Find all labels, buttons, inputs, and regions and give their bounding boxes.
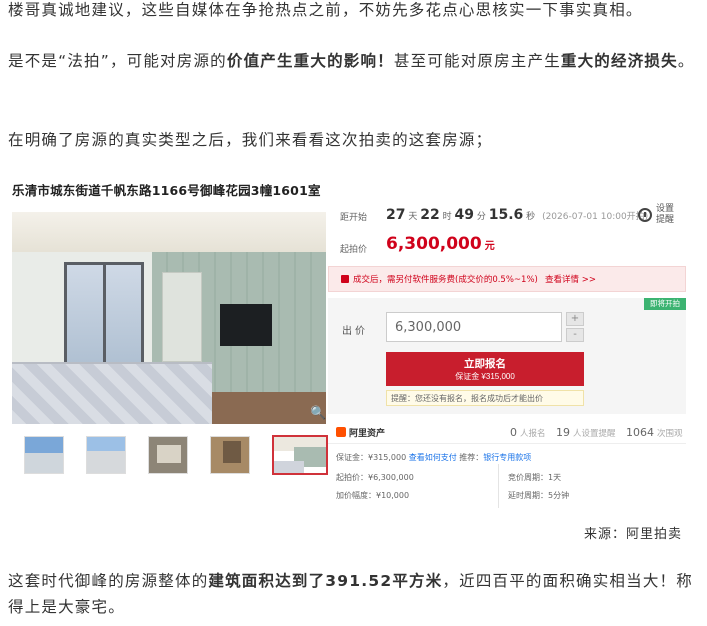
start-price: 6,300,000 元 xyxy=(386,234,495,254)
paragraph-intro: 在明确了房源的真实类型之后，我们来看看这次拍卖的这套房源； xyxy=(8,127,698,153)
deposit-text: 保证金：¥315,000 xyxy=(336,453,407,462)
source-caption: 来源：阿里拍卖 xyxy=(584,527,683,542)
status-badge: 即将开拍 xyxy=(644,298,686,310)
deposit-row: 保证金：¥315,000 查看如何支付 推荐：银行专用款项 xyxy=(336,452,531,463)
detail-extension: 延时周期：5分钟 xyxy=(508,491,570,500)
thumbnail-strip xyxy=(22,435,328,476)
main-photo[interactable] xyxy=(12,212,326,424)
paragraph-suggestion: 楼哥真诚地建议，这些自媒体在争抢热点之前，不妨先多花点心思核实一下事实真相。 xyxy=(8,0,698,23)
countdown-hours: 22 xyxy=(420,207,440,223)
countdown-label: 距开始 xyxy=(340,213,368,223)
register-deposit-text: 保证金 ¥315,000 xyxy=(455,372,515,381)
stat-views: 1064 次围观 xyxy=(626,426,683,439)
photo-floor xyxy=(212,392,326,424)
notice-text: 成交后，需另付软件服务费(成交价的0.5%~1%) xyxy=(353,275,538,285)
stat-registrations: 0 人报名 xyxy=(510,426,546,439)
bold-text: 建筑面积达到了391.52平方米 xyxy=(208,572,443,590)
countdown-unit: 分 xyxy=(476,212,486,222)
view-details-link[interactable]: 查看详情 >> xyxy=(545,273,596,285)
alarm-clock-icon xyxy=(638,208,652,222)
stat-reminders: 19 人设置提醒 xyxy=(556,426,616,439)
registration-tip: 提醒：您还没有报名，报名成功后才能出价 xyxy=(386,390,584,406)
remind-label: 设置提醒 xyxy=(656,204,675,225)
auction-details: 保证金：¥315,000 查看如何支付 推荐：银行专用款项 起拍价：¥6,300… xyxy=(328,446,686,514)
countdown-unit: 天 xyxy=(408,212,418,222)
paragraph-area: 这套时代御峰的房源整体的建筑面积达到了391.52平方米，近四百平的面积确实相当… xyxy=(8,568,698,620)
auction-stats: 阿里资产 0 人报名 19 人设置提醒 1064 次围观 xyxy=(328,420,686,444)
thumbnail-3[interactable] xyxy=(148,436,188,474)
stat-value: 19 xyxy=(556,426,570,439)
detail-increment: 加价幅度：¥10,000 xyxy=(336,491,410,500)
start-price-value: 6,300,000 xyxy=(386,234,482,254)
auction-info-panel: 距开始 27 天 22 时 49 分 15.6 秒 (2026-07-01 10… xyxy=(328,178,686,514)
bold-text: 价值产生重大的影响！ xyxy=(226,52,394,70)
recommend-label: 推荐： xyxy=(459,453,484,462)
bank-account-link[interactable]: 银行专用款项 xyxy=(483,453,531,462)
thumbnail-1[interactable] xyxy=(24,436,64,474)
detail-bid-cycle: 竞价周期：1天 xyxy=(508,473,562,482)
stat-label: 次围观 xyxy=(657,429,683,439)
ali-logo-icon xyxy=(336,427,346,437)
price-unit: 元 xyxy=(484,241,495,252)
photo-ceiling xyxy=(12,212,326,252)
platform-label: 阿里资产 xyxy=(336,426,385,439)
paragraph-text: 是不是“法拍”，可能对房源的 xyxy=(8,52,227,70)
photo-shelf xyxy=(162,272,202,362)
decrease-bid-button[interactable]: - xyxy=(566,328,584,342)
thumbnail-2[interactable] xyxy=(86,436,126,474)
zoom-icon[interactable]: 🔍 xyxy=(310,406,326,421)
paragraph-text: 这套时代御峰的房源整体的 xyxy=(8,572,209,590)
paragraph-text: 甚至可能对原房主产生 xyxy=(393,52,561,70)
countdown: 27 天 22 时 49 分 15.6 秒 (2026-07-01 10:00开… xyxy=(386,207,648,223)
countdown-days: 27 xyxy=(386,207,406,223)
start-price-label: 起拍价 xyxy=(340,245,368,255)
remind-button[interactable]: 设置提醒 xyxy=(638,204,686,230)
photo-bed xyxy=(12,362,212,424)
bid-input[interactable] xyxy=(386,312,562,342)
countdown-minutes: 49 xyxy=(454,207,474,223)
countdown-unit: 秒 xyxy=(526,212,536,222)
bid-box: 即将开拍 出价 + - 立即报名 保证金 ¥315,000 提醒：您还没有报名，… xyxy=(328,298,686,414)
listing-address: 乐清市城东街道千帆东路1166号御峰花园3幢1601室 xyxy=(12,183,321,198)
stat-value: 1064 xyxy=(626,426,654,439)
photo-window xyxy=(64,262,144,372)
paragraph-impact: 是不是“法拍”，可能对房源的价值产生重大的影响！甚至可能对原房主产生重大的经济损… xyxy=(8,48,698,74)
paragraph-text: 楼哥真诚地建议，这些自媒体在争抢热点之前，不妨先多花点心思核实一下事实真相。 xyxy=(8,1,643,19)
thumbnail-4[interactable] xyxy=(210,436,250,474)
bold-text: 重大的经济损失 xyxy=(560,52,678,70)
service-fee-notice: 成交后，需另付软件服务费(成交价的0.5%~1%) 查看详情 >> xyxy=(328,266,686,292)
how-to-pay-link[interactable]: 查看如何支付 xyxy=(409,453,457,462)
paragraph-text: 。 xyxy=(677,52,695,70)
platform-name: 阿里资产 xyxy=(349,429,386,439)
thumbnail-5-selected[interactable] xyxy=(272,435,328,475)
countdown-unit: 时 xyxy=(442,212,452,222)
detail-start-price: 起拍价：¥6,300,000 xyxy=(336,473,414,482)
stat-value: 0 xyxy=(510,426,517,439)
photo-tv xyxy=(220,304,272,346)
stat-label: 人设置提醒 xyxy=(573,429,616,439)
countdown-seconds: 15.6 xyxy=(488,207,524,223)
register-button-label: 立即报名 xyxy=(464,358,506,370)
warning-icon xyxy=(341,275,349,283)
paragraph-text: 在明确了房源的真实类型之后，我们来看看这次拍卖的这套房源； xyxy=(8,131,493,149)
open-time: (2026-07-01 10:00开拍) xyxy=(542,212,649,222)
divider xyxy=(498,464,499,508)
stat-label: 人报名 xyxy=(520,429,546,439)
bid-label: 出价 xyxy=(342,326,368,337)
register-button[interactable]: 立即报名 保证金 ¥315,000 xyxy=(386,352,584,386)
auction-listing-screenshot: 乐清市城东街道千帆东路1166号御峰花园3幢1601室 🔍 距开始 27 天 2… xyxy=(12,178,686,514)
increase-bid-button[interactable]: + xyxy=(566,312,584,326)
